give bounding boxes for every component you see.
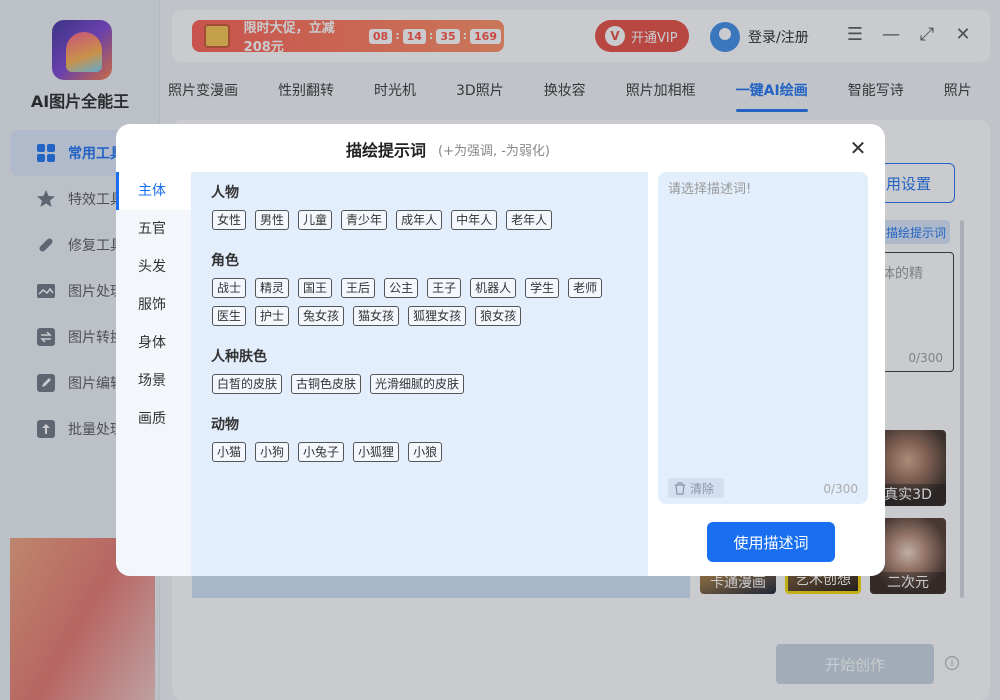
word-chip[interactable]: 医生 [212, 306, 247, 326]
category-hair[interactable]: 头发 [116, 248, 191, 286]
trash-icon [675, 481, 685, 495]
word-chip[interactable]: 女性 [212, 210, 247, 230]
category-body[interactable]: 身体 [116, 324, 191, 362]
word-chip[interactable]: 成年人 [396, 210, 443, 230]
clear-button[interactable]: 清除 [668, 478, 724, 498]
word-chip[interactable]: 王子 [427, 278, 462, 298]
group-title: 角色 [211, 253, 239, 269]
prompt-pane: 请选择描述词! 清除 0/300 使用描述词 [648, 172, 885, 576]
category-subject[interactable]: 主体 [116, 172, 191, 210]
prompt-textarea[interactable]: 请选择描述词! 清除 0/300 [658, 172, 868, 504]
category-quality[interactable]: 画质 [116, 400, 191, 438]
chip-group-roles: 战士 精灵 国王 王后 公主 王子 机器人 学生 老师 医生 护士 兔女孩 猫女… [212, 278, 642, 326]
word-chip[interactable]: 小猫 [212, 442, 247, 462]
modal-header: 描绘提示词 (+为强调, -为弱化) ✕ [116, 124, 885, 172]
word-chip[interactable]: 白皙的皮肤 [212, 374, 283, 394]
modal-subtitle: (+为强调, -为弱化) [438, 144, 550, 159]
word-chip[interactable]: 战士 [212, 278, 247, 298]
word-chip[interactable]: 老年人 [506, 210, 553, 230]
word-chip[interactable]: 小兔子 [298, 442, 345, 462]
close-icon[interactable]: ✕ [847, 136, 869, 160]
word-chip[interactable]: 小狼 [408, 442, 443, 462]
prompt-placeholder: 请选择描述词! [668, 182, 752, 197]
use-prompt-button[interactable]: 使用描述词 [707, 522, 835, 562]
word-chip[interactable]: 狐狸女孩 [408, 306, 467, 326]
word-chip[interactable]: 青少年 [341, 210, 388, 230]
word-chip[interactable]: 猫女孩 [353, 306, 400, 326]
word-chip[interactable]: 公主 [384, 278, 419, 298]
prompt-count: 0/300 [823, 482, 858, 496]
word-panel: 人物 女性 男性 儿童 青少年 成年人 中年人 老年人 角色 战士 精灵 国王 … [191, 172, 648, 576]
group-title: 人种肤色 [211, 349, 267, 365]
category-list: 主体 五官 头发 服饰 身体 场景 画质 [116, 172, 191, 576]
word-chip[interactable]: 王后 [341, 278, 376, 298]
group-title: 人物 [211, 185, 239, 201]
word-chip[interactable]: 机器人 [470, 278, 517, 298]
prompt-modal: 描绘提示词 (+为强调, -为弱化) ✕ 主体 五官 头发 服饰 身体 场景 画… [116, 124, 885, 576]
clear-label: 清除 [690, 481, 715, 496]
word-chip[interactable]: 小狐狸 [353, 442, 400, 462]
group-title: 动物 [211, 417, 239, 433]
word-chip[interactable]: 学生 [525, 278, 560, 298]
chip-group-people: 女性 男性 儿童 青少年 成年人 中年人 老年人 [212, 210, 642, 230]
category-clothing[interactable]: 服饰 [116, 286, 191, 324]
word-chip[interactable]: 男性 [255, 210, 290, 230]
category-facial[interactable]: 五官 [116, 210, 191, 248]
chip-group-animals: 小猫 小狗 小兔子 小狐狸 小狼 [212, 442, 642, 462]
chip-group-skin: 白皙的皮肤 古铜色皮肤 光滑细腻的皮肤 [212, 374, 642, 394]
word-chip[interactable]: 老师 [568, 278, 603, 298]
category-scene[interactable]: 场景 [116, 362, 191, 400]
word-chip[interactable]: 精灵 [255, 278, 290, 298]
modal-title: 描绘提示词 [346, 141, 427, 160]
word-chip[interactable]: 儿童 [298, 210, 333, 230]
word-chip[interactable]: 狼女孩 [475, 306, 522, 326]
word-chip[interactable]: 兔女孩 [298, 306, 345, 326]
word-chip[interactable]: 光滑细腻的皮肤 [370, 374, 465, 394]
word-chip[interactable]: 国王 [298, 278, 333, 298]
word-chip[interactable]: 护士 [255, 306, 290, 326]
word-chip[interactable]: 中年人 [451, 210, 498, 230]
word-chip[interactable]: 古铜色皮肤 [291, 374, 362, 394]
word-chip[interactable]: 小狗 [255, 442, 290, 462]
